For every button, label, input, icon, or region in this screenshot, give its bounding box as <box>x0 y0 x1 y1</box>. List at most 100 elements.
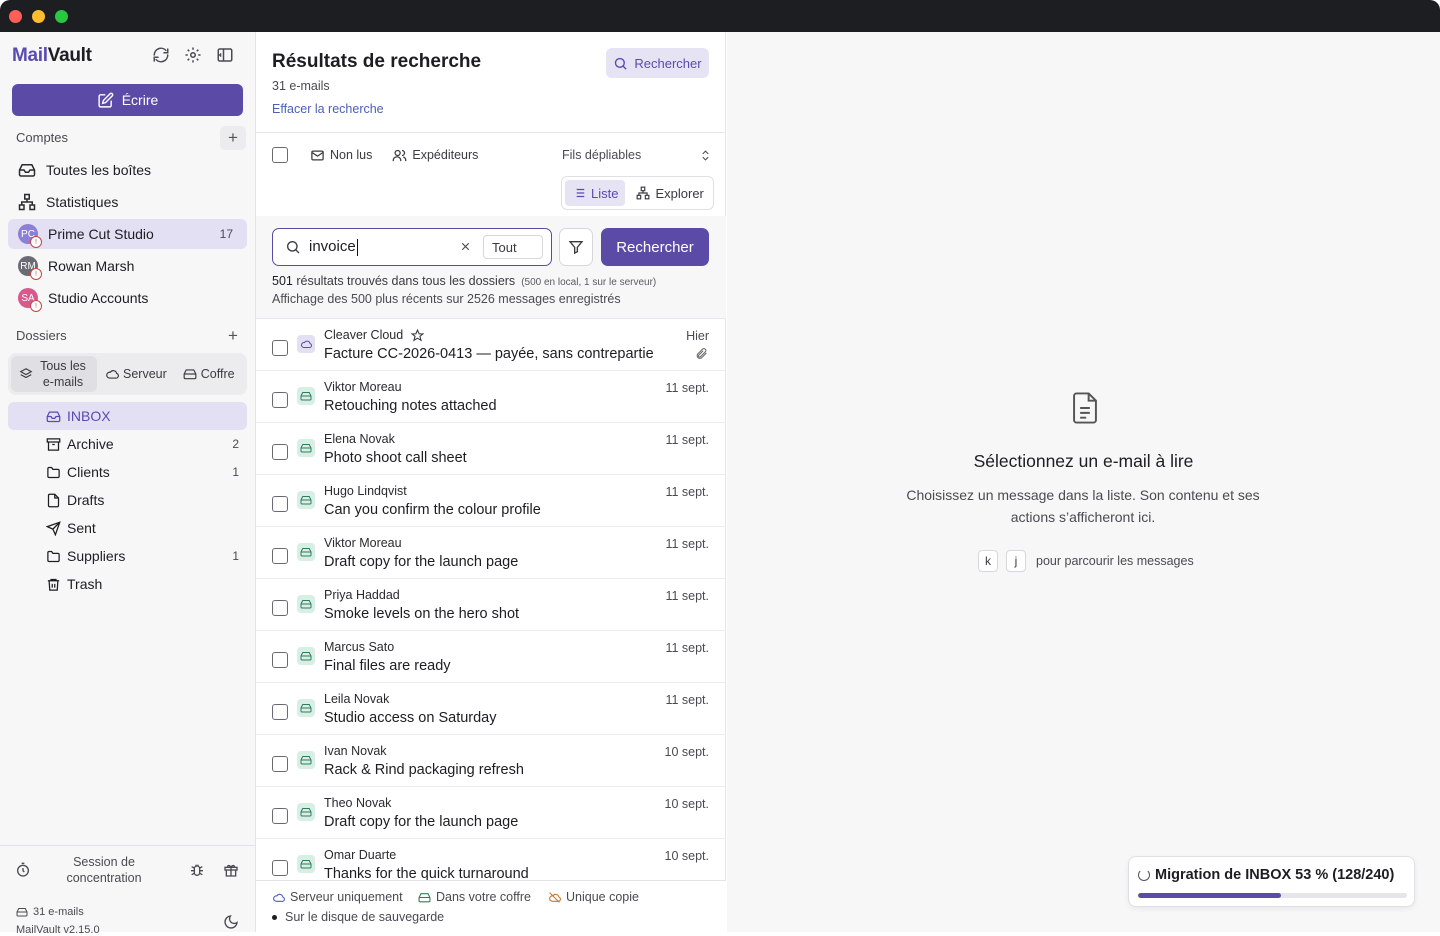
unread-count: 17 <box>219 227 233 241</box>
reading-pane: Sélectionnez un e-mail à lire Choisissez… <box>727 32 1440 932</box>
email-row[interactable]: Viktor Moreau Retouching notes attached 11… <box>256 371 726 423</box>
app-version: MailVault v2.15.0 <box>16 924 100 936</box>
email-checkbox[interactable] <box>272 860 288 876</box>
sidebar-account-rowan-marsh[interactable]: RM! Rowan Marsh <box>8 251 247 281</box>
search-input[interactable]: invoice Tout <box>272 228 552 266</box>
edit-icon <box>97 92 114 109</box>
clear-query-icon[interactable] <box>459 240 472 253</box>
unread-filter-label: Non lus <box>330 148 373 162</box>
scope-server-button[interactable]: Serveur <box>97 356 175 392</box>
cloud-icon <box>272 891 285 904</box>
folder-archive[interactable]: Archive 2 <box>8 430 247 458</box>
clear-search-link[interactable]: Effacer la recherche <box>272 102 384 116</box>
folder-count: 2 <box>232 437 239 451</box>
hard-drive-icon <box>183 367 197 381</box>
timer-icon[interactable] <box>15 862 31 878</box>
email-date: 10 sept. <box>664 849 709 863</box>
email-date: 11 sept. <box>665 693 709 707</box>
cloud-off-icon <box>548 891 561 904</box>
gift-icon[interactable] <box>223 862 239 878</box>
unread-filter-button[interactable]: Non lus <box>310 148 372 163</box>
accounts-header: Comptes <box>16 130 69 145</box>
search-scope-select[interactable]: Tout <box>483 235 543 259</box>
migration-progress-bar <box>1138 893 1407 898</box>
email-checkbox[interactable] <box>272 340 288 356</box>
sidebar-item-all-mailboxes[interactable]: Toutes les boîtes <box>8 155 247 185</box>
add-account-button[interactable]: + <box>220 126 246 150</box>
folder-label: Clients <box>67 464 110 480</box>
folder-clients[interactable]: Clients 1 <box>8 458 247 486</box>
email-checkbox[interactable] <box>272 548 288 564</box>
search-icon <box>613 56 628 71</box>
email-row[interactable]: Hugo Lindqvist Can you confirm the colour… <box>256 475 726 527</box>
email-subject: Final files are ready <box>324 658 451 674</box>
senders-filter-button[interactable]: Expéditeurs <box>392 148 478 163</box>
email-subject: Can you confirm the colour profile <box>324 502 541 518</box>
email-row[interactable]: Leila Novak Studio access on Saturday 11 s… <box>256 683 726 735</box>
hard-drive-icon <box>297 543 315 561</box>
email-checkbox[interactable] <box>272 756 288 772</box>
minimize-window-button[interactable] <box>32 10 45 23</box>
zoom-window-button[interactable] <box>55 10 68 23</box>
select-all-checkbox[interactable] <box>272 147 288 163</box>
folder-label: INBOX <box>67 408 111 424</box>
hard-drive-icon <box>297 647 315 665</box>
email-checkbox[interactable] <box>272 392 288 408</box>
email-checkbox[interactable] <box>272 652 288 668</box>
add-folder-button[interactable]: + <box>220 324 246 348</box>
bug-icon[interactable] <box>189 862 205 878</box>
email-date: 11 sept. <box>665 381 709 395</box>
email-subject: Studio access on Saturday <box>324 710 497 726</box>
email-sender: Ivan Novak <box>324 744 387 758</box>
email-row[interactable]: Ivan Novak Rack & Rind packaging refresh 1… <box>256 735 726 787</box>
email-checkbox[interactable] <box>272 496 288 512</box>
email-checkbox[interactable] <box>272 704 288 720</box>
folder-icon <box>46 465 61 480</box>
search-submit-button[interactable]: Rechercher <box>601 228 709 266</box>
sidebar-toggle-icon[interactable] <box>216 46 234 64</box>
focus-session-button[interactable]: Session de concentration <box>52 854 156 886</box>
email-checkbox[interactable] <box>272 808 288 824</box>
email-row[interactable]: Elena Novak Photo shoot call sheet 11 sept… <box>256 423 726 475</box>
email-row[interactable]: Omar Duarte Thanks for the quick turnarou… <box>256 839 726 880</box>
sidebar-account-studio-accounts[interactable]: SA! Studio Accounts <box>8 283 247 313</box>
email-sender: Leila Novak <box>324 692 390 706</box>
refresh-icon[interactable] <box>152 46 170 64</box>
gear-icon[interactable] <box>184 46 202 64</box>
close-window-button[interactable] <box>9 10 22 23</box>
email-subject: Rack & Rind packaging refresh <box>324 762 524 778</box>
compose-button[interactable]: Écrire <box>12 84 243 116</box>
email-row[interactable]: Viktor Moreau Draft copy for the launch p… <box>256 527 726 579</box>
email-date: Hier <box>686 329 709 343</box>
folder-trash[interactable]: Trash <box>8 570 247 598</box>
search-stats-detail: Affichage des 500 plus récents sur 2526 … <box>272 292 621 306</box>
view-list-button[interactable]: Liste <box>565 180 626 206</box>
archive-icon <box>46 437 61 452</box>
threads-select[interactable]: Fils dépliables <box>562 148 712 162</box>
sidebar-item-stats[interactable]: Statistiques <box>8 187 247 217</box>
email-date: 11 sept. <box>665 485 709 499</box>
email-checkbox[interactable] <box>272 444 288 460</box>
moon-icon[interactable] <box>223 914 239 930</box>
folder-suppliers[interactable]: Suppliers 1 <box>8 542 247 570</box>
scope-all-button[interactable]: Tous les e-mails <box>11 356 97 392</box>
search-toggle-button[interactable]: Rechercher <box>606 48 709 78</box>
folder-inbox[interactable]: INBOX <box>8 402 247 430</box>
filter-button[interactable] <box>559 228 593 266</box>
star-icon[interactable] <box>411 328 425 342</box>
email-checkbox[interactable] <box>272 600 288 616</box>
email-subject: Retouching notes attached <box>324 398 497 414</box>
email-date: 10 sept. <box>664 797 709 811</box>
email-row[interactable]: Theo Novak Draft copy for the launch page… <box>256 787 726 839</box>
email-row[interactable]: Cleaver Cloud Facture CC-2026-0413 — payé… <box>256 319 726 371</box>
folder-drafts[interactable]: Drafts <box>8 486 247 514</box>
scope-vault-button[interactable]: Coffre <box>175 356 243 392</box>
folder-sent[interactable]: Sent <box>8 514 247 542</box>
sidebar-account-prime-cut-studio[interactable]: PC! Prime Cut Studio 17 <box>8 219 247 249</box>
email-row[interactable]: Marcus Sato Final files are ready 11 sept. <box>256 631 726 683</box>
email-subject: Thanks for the quick turnaround <box>324 866 529 880</box>
folders-header: Dossiers <box>16 328 67 343</box>
email-row[interactable]: Priya Haddad Smoke levels on the hero sho… <box>256 579 726 631</box>
legend-single-copy: Unique copie <box>548 890 639 904</box>
view-explore-button[interactable]: Explorer <box>629 180 710 206</box>
